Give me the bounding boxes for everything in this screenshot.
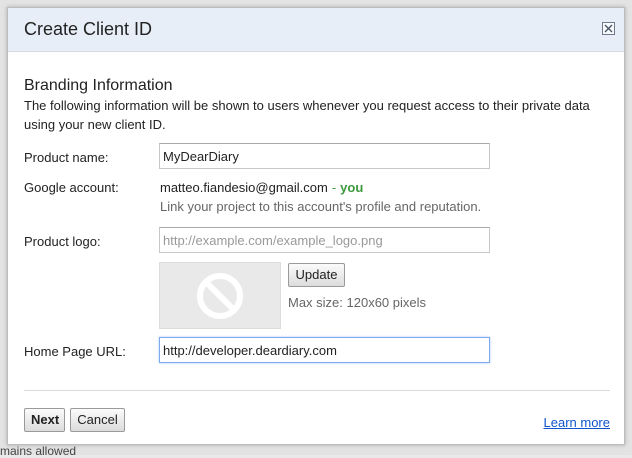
account-separator: - bbox=[331, 180, 337, 195]
you-badge: you bbox=[340, 180, 364, 195]
product-name-label: Product name: bbox=[24, 150, 109, 165]
no-image-icon bbox=[197, 273, 243, 319]
google-account-value: matteo.fiandesio@gmail.com - you bbox=[160, 180, 363, 195]
home-page-url-input[interactable] bbox=[159, 337, 490, 363]
next-button[interactable]: Next bbox=[24, 408, 65, 432]
learn-more-link[interactable]: Learn more bbox=[544, 415, 610, 430]
footer-divider bbox=[24, 390, 610, 391]
update-button[interactable]: Update bbox=[288, 263, 345, 287]
google-account-email: matteo.fiandesio@gmail.com bbox=[160, 180, 328, 195]
home-page-url-label: Home Page URL: bbox=[24, 344, 126, 359]
google-account-label: Google account: bbox=[24, 180, 119, 195]
google-account-hint: Link your project to this account's prof… bbox=[160, 199, 482, 214]
dialog-titlebar: Create Client ID bbox=[8, 8, 624, 52]
product-logo-input[interactable] bbox=[159, 227, 490, 253]
backdrop-partial-text: mains allowed bbox=[0, 444, 77, 458]
close-button[interactable] bbox=[602, 22, 615, 35]
close-icon bbox=[604, 24, 613, 33]
dialog-title: Create Client ID bbox=[24, 19, 153, 39]
create-client-id-dialog: Create Client ID Branding Information Th… bbox=[7, 7, 625, 445]
product-name-input[interactable] bbox=[159, 143, 490, 169]
max-size-hint: Max size: 120x60 pixels bbox=[288, 295, 427, 310]
section-title: Branding Information bbox=[24, 77, 173, 94]
product-logo-label: Product logo: bbox=[24, 234, 101, 249]
section-description: The following information will be shown … bbox=[24, 98, 590, 132]
cancel-button[interactable]: Cancel bbox=[70, 408, 125, 432]
logo-preview bbox=[159, 262, 281, 329]
